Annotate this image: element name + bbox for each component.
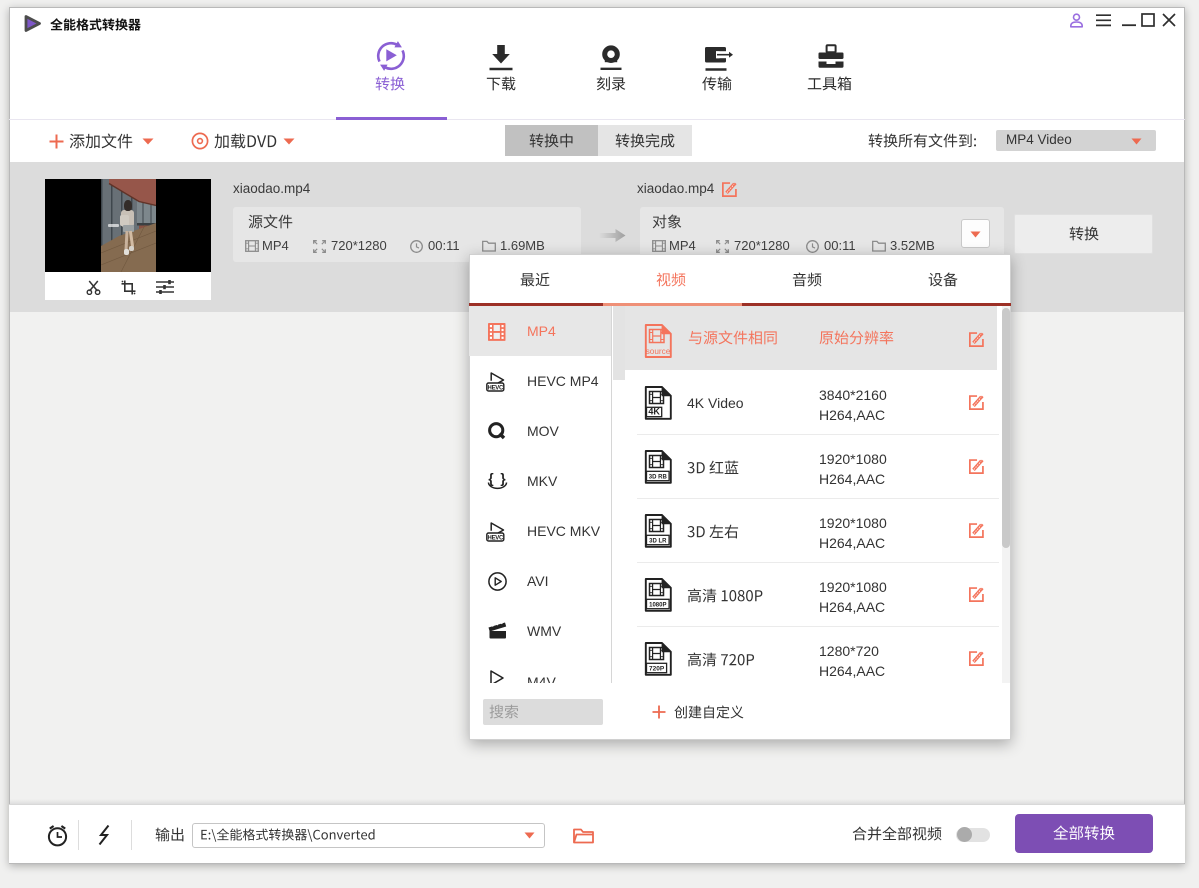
svg-text:3D LR: 3D LR [649,539,667,545]
svg-text:4K: 4K [648,407,660,417]
svg-text:HEVC: HEVC [488,385,504,391]
svg-text:1080P: 1080P [649,603,666,609]
svg-text:}: } [500,471,506,486]
svg-text:HEVC: HEVC [488,535,504,541]
svg-text:source: source [646,347,671,356]
svg-text:720P: 720P [649,666,665,673]
svg-text:3D RB: 3D RB [649,475,668,481]
